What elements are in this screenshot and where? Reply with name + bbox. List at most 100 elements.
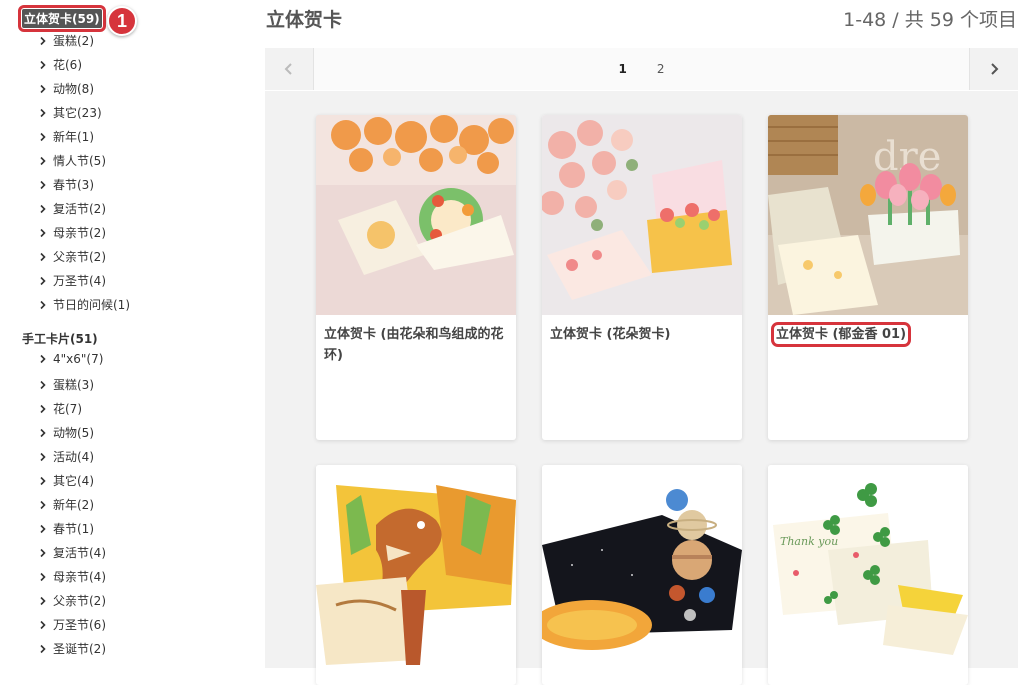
sidebar-item-label: 花(7)	[53, 402, 82, 416]
sidebar-item[interactable]: 花(6)	[38, 56, 82, 73]
category-3d-cards[interactable]: 立体贺卡(59)	[18, 5, 106, 32]
svg-text:Thank you: Thank you	[780, 535, 838, 548]
sidebar-item[interactable]: 其它(4)	[38, 472, 94, 489]
annotation-badge-1: 1	[107, 6, 137, 36]
sidebar-item-label: 活动(4)	[53, 450, 94, 464]
product-image-flower-basket[interactable]	[542, 115, 742, 315]
chevron-right-icon	[40, 596, 46, 605]
sidebar-item[interactable]: 春节(1)	[38, 520, 94, 537]
product-image-flower-wreath[interactable]	[316, 115, 516, 315]
chevron-right-icon	[40, 36, 46, 45]
sidebar-item[interactable]: 其它(23)	[38, 104, 102, 121]
product-image-dinosaur[interactable]	[316, 465, 516, 665]
chevron-right-icon	[40, 204, 46, 213]
chevron-right-icon	[40, 452, 46, 461]
sidebar-item-label: 动物(8)	[53, 82, 94, 96]
sidebar-item-label: 其它(23)	[53, 106, 102, 120]
sidebar-item[interactable]: 万圣节(4)	[38, 272, 106, 289]
sidebar-item-label: 新年(1)	[53, 130, 94, 144]
sidebar-item-label: 圣诞节(2)	[53, 642, 106, 656]
page-1-link[interactable]: 1	[619, 62, 627, 76]
sidebar-item-label: 父亲节(2)	[53, 594, 106, 608]
chevron-right-icon	[40, 60, 46, 69]
sidebar-item-label: 新年(2)	[53, 498, 94, 512]
product-title[interactable]: 立体贺卡 (花朵贺卡)	[542, 315, 742, 354]
sidebar-item[interactable]: 复活节(2)	[38, 200, 106, 217]
sidebar-item-label: 母亲节(2)	[53, 226, 106, 240]
product-title[interactable]: 立体贺卡 (郁金香 01)	[768, 315, 968, 354]
sidebar-item[interactable]: 4"x6"(7)	[38, 352, 103, 366]
chevron-right-icon	[40, 252, 46, 261]
product-image-solar-system[interactable]	[542, 465, 742, 665]
product-card[interactable]: Thank you	[768, 465, 968, 685]
sidebar-item[interactable]: 复活节(4)	[38, 544, 106, 561]
chevron-right-icon	[40, 156, 46, 165]
chevron-right-icon	[40, 84, 46, 93]
sidebar-item[interactable]: 动物(8)	[38, 80, 94, 97]
sidebar-item[interactable]: 春节(3)	[38, 176, 94, 193]
chevron-right-icon	[40, 500, 46, 509]
product-card[interactable]: 立体贺卡 (由花朵和鸟组成的花环)	[316, 115, 516, 440]
sidebar-item-label: 复活节(2)	[53, 202, 106, 216]
product-card[interactable]: 立体贺卡 (花朵贺卡)	[542, 115, 742, 440]
chevron-right-icon	[40, 300, 46, 309]
sidebar-item[interactable]: 动物(5)	[38, 424, 94, 441]
sidebar-item[interactable]: 新年(2)	[38, 496, 94, 513]
sidebar-item-label: 春节(1)	[53, 522, 94, 536]
page-numbers: 1 2	[314, 48, 969, 90]
sidebar-item-label: 春节(3)	[53, 178, 94, 192]
sidebar-item[interactable]: 万圣节(6)	[38, 616, 106, 633]
sidebar-item[interactable]: 节日的问候(1)	[38, 296, 130, 313]
sidebar-item-label: 母亲节(4)	[53, 570, 106, 584]
sidebar-item-label: 动物(5)	[53, 426, 94, 440]
chevron-right-icon	[40, 380, 46, 389]
sidebar-item-label: 蛋糕(2)	[53, 34, 94, 48]
sidebar-item-label: 节日的问候(1)	[53, 298, 130, 312]
chevron-right-icon	[40, 548, 46, 557]
chevron-right-icon	[40, 428, 46, 437]
product-image-tulip[interactable]: dre	[768, 115, 968, 315]
chevron-right-icon	[991, 63, 999, 75]
chevron-right-icon	[40, 404, 46, 413]
product-card[interactable]: dre 立体贺卡 (郁金香 01)	[768, 115, 968, 440]
sidebar-item[interactable]: 圣诞节(2)	[38, 640, 106, 657]
page-title: 立体贺卡	[266, 9, 343, 31]
chevron-right-icon	[40, 354, 46, 364]
page-2-link[interactable]: 2	[657, 62, 665, 76]
chevron-right-icon	[40, 476, 46, 485]
chevron-right-icon	[40, 644, 46, 653]
chevron-right-icon	[40, 572, 46, 581]
sidebar-item[interactable]: 母亲节(4)	[38, 568, 106, 585]
sidebar-item[interactable]: 蛋糕(3)	[38, 376, 94, 393]
product-title-text[interactable]: 立体贺卡 (郁金香 01)	[770, 322, 912, 347]
sidebar-item[interactable]: 情人节(5)	[38, 152, 106, 169]
sidebar-item-label: 复活节(4)	[53, 546, 106, 560]
chevron-left-icon	[284, 63, 292, 75]
chevron-right-icon	[40, 132, 46, 141]
sidebar-item[interactable]: 蛋糕(2)	[38, 32, 94, 49]
product-title[interactable]: 立体贺卡 (由花朵和鸟组成的花环)	[316, 315, 516, 375]
next-page-button[interactable]	[969, 48, 1018, 90]
prev-page-button[interactable]	[265, 48, 314, 90]
pagination: 1 2	[265, 48, 1018, 90]
category-handmade-cards[interactable]: 手工卡片(51)	[22, 330, 98, 347]
chevron-right-icon	[40, 108, 46, 117]
sidebar-item-label: 花(6)	[53, 58, 82, 72]
chevron-right-icon	[40, 276, 46, 285]
chevron-right-icon	[40, 524, 46, 533]
category-sidebar: 立体贺卡(59) 蛋糕(2) 花(6) 动物(8) 其它(23) 新年(1) 情…	[0, 0, 250, 668]
sidebar-item[interactable]: 母亲节(2)	[38, 224, 106, 241]
sidebar-item[interactable]: 活动(4)	[38, 448, 94, 465]
sidebar-item[interactable]: 父亲节(2)	[38, 248, 106, 265]
sidebar-item-label: 蛋糕(3)	[53, 378, 94, 392]
sidebar-item[interactable]: 新年(1)	[38, 128, 94, 145]
sidebar-item[interactable]: 花(7)	[38, 400, 82, 417]
sidebar-item[interactable]: 父亲节(2)	[38, 592, 106, 609]
product-card[interactable]	[542, 465, 742, 685]
sidebar-item-label: 万圣节(6)	[53, 618, 106, 632]
main-content: 立体贺卡 1-48 / 共 59 个项目 1 2 立体贺卡 (由花朵和鸟组成的花…	[265, 0, 1033, 685]
result-count: 1-48 / 共 59 个项目	[843, 9, 1017, 31]
chevron-right-icon	[40, 228, 46, 237]
product-image-clover[interactable]: Thank you	[768, 465, 968, 665]
product-card[interactable]	[316, 465, 516, 685]
